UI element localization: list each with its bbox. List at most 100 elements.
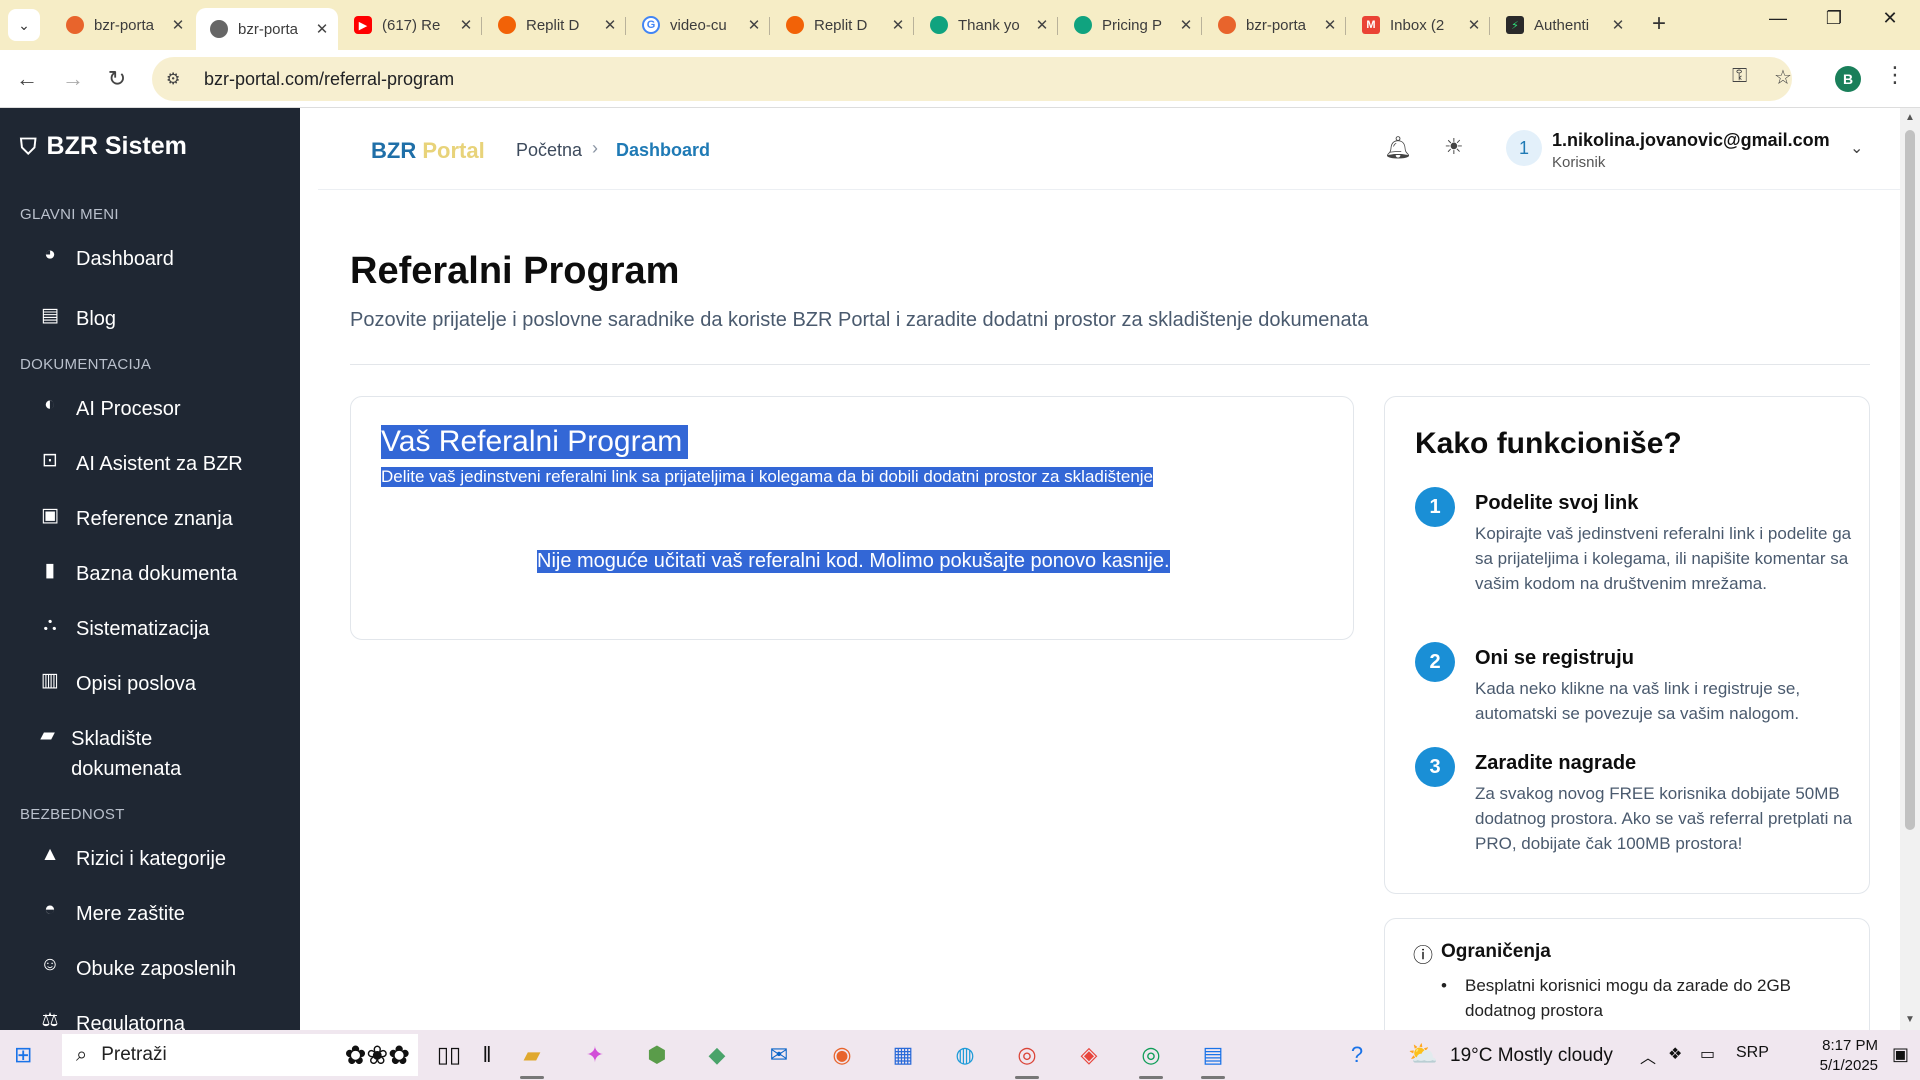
url-host: bzr-portal.com xyxy=(204,68,320,89)
sidebar-item-sistematizacija[interactable]: ⛬ Sistematizacija xyxy=(38,614,288,644)
copilot-icon[interactable]: ✦ xyxy=(578,1040,612,1070)
browser-menu-icon[interactable]: ⋮ xyxy=(1884,62,1906,88)
close-tab-icon[interactable]: ✕ xyxy=(1466,16,1482,34)
document-app-icon[interactable]: ▤ xyxy=(1196,1040,1230,1070)
close-window-button[interactable]: ✕ xyxy=(1870,8,1910,29)
restore-button[interactable]: ❐ xyxy=(1814,8,1854,29)
shield-icon: ⛉ xyxy=(20,133,37,159)
anydesk-icon[interactable]: ◈ xyxy=(1072,1040,1106,1070)
file-explorer-icon[interactable]: ▰ xyxy=(515,1040,549,1070)
sidebar-item-bazna-dokumenta[interactable]: ▮ Bazna dokumenta xyxy=(38,559,288,589)
limitations-card: ⓘ Ograničenja • Besplatni korisnici mogu… xyxy=(1384,918,1870,1030)
theme-toggle-icon[interactable]: ☀ xyxy=(1444,134,1464,160)
sidebar-item-ai-procesor[interactable]: ◐ AI Procesor xyxy=(38,394,288,424)
chrome-icon[interactable]: ◎ xyxy=(1010,1040,1044,1070)
sidebar-item-blog[interactable]: ▤ Blog xyxy=(38,304,288,334)
chevron-down-icon[interactable]: ⌄ xyxy=(1850,138,1863,158)
dropbox-icon[interactable]: ❖ xyxy=(1668,1044,1682,1064)
notification-icon[interactable]: ▣ xyxy=(1892,1044,1909,1065)
close-tab-icon[interactable]: ✕ xyxy=(314,20,330,38)
breadcrumb-home[interactable]: Početna xyxy=(516,140,582,161)
close-tab-icon[interactable]: ✕ xyxy=(1034,16,1050,34)
battery-icon[interactable]: ▭ xyxy=(1700,1044,1715,1064)
microsoft-store-icon[interactable]: ▦ xyxy=(886,1040,920,1070)
user-email[interactable]: 1.nikolina.jovanovic@gmail.com xyxy=(1552,130,1830,151)
tab-search-button[interactable]: ⌄ xyxy=(8,9,40,41)
sidebar-item-opisi-poslova[interactable]: ▥ Opisi poslova xyxy=(38,669,288,699)
browser-tab-active[interactable]: bzr-porta ✕ xyxy=(196,8,338,50)
back-button[interactable]: ← xyxy=(12,66,42,92)
sidebar-item-reference-znanja[interactable]: ▣ Reference znanja xyxy=(38,504,288,534)
referral-card: Vaš Referalni Program Delite vaš jedinst… xyxy=(350,396,1354,640)
user-check-icon: ☺ xyxy=(40,954,60,975)
browser-tab[interactable]: bzr-porta ✕ xyxy=(52,8,194,42)
windows-start-icon[interactable]: ⊞ xyxy=(14,1042,32,1068)
firefox-icon[interactable]: ◉ xyxy=(825,1040,859,1070)
forward-button[interactable]: → xyxy=(58,66,88,92)
sidebar-item-mere-zastite[interactable]: ◓ Mere zaštite xyxy=(38,899,288,929)
close-tab-icon[interactable]: ✕ xyxy=(1322,16,1338,34)
user-avatar[interactable]: 1 xyxy=(1506,130,1542,166)
browser-tab[interactable]: Replit D ✕ xyxy=(484,8,626,42)
globe-icon xyxy=(210,20,228,38)
close-tab-icon[interactable]: ✕ xyxy=(890,16,906,34)
how-it-works-title: Kako funkcioniše? xyxy=(1415,427,1682,460)
browser-tab[interactable]: bzr-porta ✕ xyxy=(1204,8,1346,42)
system-clock[interactable]: 8:17 PM 5/1/2025 xyxy=(1812,1036,1878,1076)
browser-tab[interactable]: ▶ (617) Re ✕ xyxy=(340,8,482,42)
close-tab-icon[interactable]: ✕ xyxy=(1610,16,1626,34)
page-scrollbar[interactable]: ▲ ▼ xyxy=(1900,108,1920,1030)
how-it-works-card: Kako funkcioniše? 1 Podelite svoj link K… xyxy=(1384,396,1870,894)
close-tab-icon[interactable]: ✕ xyxy=(602,16,618,34)
weather-cloudy-icon[interactable]: ⛅ xyxy=(1408,1040,1438,1069)
sidebar-item-rizici[interactable]: ▲ Rizici i kategorije xyxy=(38,844,288,874)
close-tab-icon[interactable]: ✕ xyxy=(1178,16,1194,34)
close-tab-icon[interactable]: ✕ xyxy=(458,16,474,34)
address-bar[interactable]: ⚙ bzr-portal.com/referral-program xyxy=(152,57,1792,101)
browser-tab[interactable]: Pricing P ✕ xyxy=(1060,8,1202,42)
browser-tab[interactable]: M Inbox (2 ✕ xyxy=(1348,8,1490,42)
nodejs-icon[interactable]: ⬢ xyxy=(640,1040,674,1070)
step-text: Kopirajte vaš jedinstveni referalni link… xyxy=(1475,524,1852,593)
sidebar-brand[interactable]: ⛉ BZR Sistem xyxy=(20,132,187,161)
breadcrumb-current[interactable]: Dashboard xyxy=(616,140,710,161)
scroll-up-icon[interactable]: ▲ xyxy=(1905,112,1915,123)
tab-separator xyxy=(913,17,914,35)
chevron-right-icon: › xyxy=(592,138,598,158)
browser-tab[interactable]: G video-cu ✕ xyxy=(628,8,770,42)
taskbar-search[interactable]: ⌕ Pretraži ✿❀✿ xyxy=(62,1034,418,1076)
browser-tab[interactable]: Thank yo ✕ xyxy=(916,8,1058,42)
weather-text[interactable]: 19°C Mostly cloudy xyxy=(1450,1045,1613,1067)
scrollbar-thumb[interactable] xyxy=(1905,130,1915,830)
app-logo[interactable]: BZR Portal xyxy=(371,138,485,164)
close-tab-icon[interactable]: ✕ xyxy=(170,16,186,34)
edge-icon[interactable]: ◍ xyxy=(948,1040,982,1070)
minimize-button[interactable]: — xyxy=(1758,8,1798,29)
sidebar-item-regulatorna[interactable]: ⚖ Regulatorna xyxy=(38,1009,288,1030)
outlook-icon[interactable]: ✉ xyxy=(762,1040,796,1070)
task-view-icon[interactable]: ▯▯ xyxy=(432,1040,466,1070)
chrome-profile-icon[interactable]: ◎ xyxy=(1134,1040,1168,1070)
list-item: Besplatni korisnici mogu da zarade do 2G… xyxy=(1465,976,1792,1020)
browser-tab[interactable]: ⚡ Authenti ✕ xyxy=(1492,8,1634,42)
new-tab-button[interactable]: + xyxy=(1652,10,1666,38)
site-info-icon[interactable]: ⚙ xyxy=(166,69,190,89)
sidebar-item-dashboard[interactable]: ◕ Dashboard xyxy=(38,244,288,274)
reload-button[interactable]: ↻ xyxy=(102,66,132,92)
sidebar-item-ai-asistent[interactable]: ⊡ AI Asistent za BZR xyxy=(38,449,288,479)
android-studio-icon[interactable]: ◆ xyxy=(700,1040,734,1070)
password-key-icon[interactable]: ⚿ xyxy=(1732,65,1747,88)
profile-avatar[interactable]: B xyxy=(1835,66,1861,92)
chevron-up-icon[interactable]: ︿ xyxy=(1640,1044,1656,1068)
bell-icon[interactable]: 🔔︎ xyxy=(1384,135,1412,161)
bookmark-star-icon[interactable]: ☆ xyxy=(1774,65,1792,90)
sidebar-item-obuke[interactable]: ☺ Obuke zaposlenih xyxy=(38,954,288,984)
auth-app-icon: ⚡ xyxy=(1506,16,1524,34)
language-indicator[interactable]: SRP xyxy=(1736,1044,1769,1062)
help-icon[interactable]: ? xyxy=(1340,1040,1374,1070)
browser-tab[interactable]: Replit D ✕ xyxy=(772,8,914,42)
scroll-down-icon[interactable]: ▼ xyxy=(1905,1014,1915,1025)
flowers-decoration-icon: ✿❀✿ xyxy=(344,1039,410,1070)
sidebar-item-skladiste[interactable]: ▰ Skladište dokumenata xyxy=(38,724,228,784)
close-tab-icon[interactable]: ✕ xyxy=(746,16,762,34)
